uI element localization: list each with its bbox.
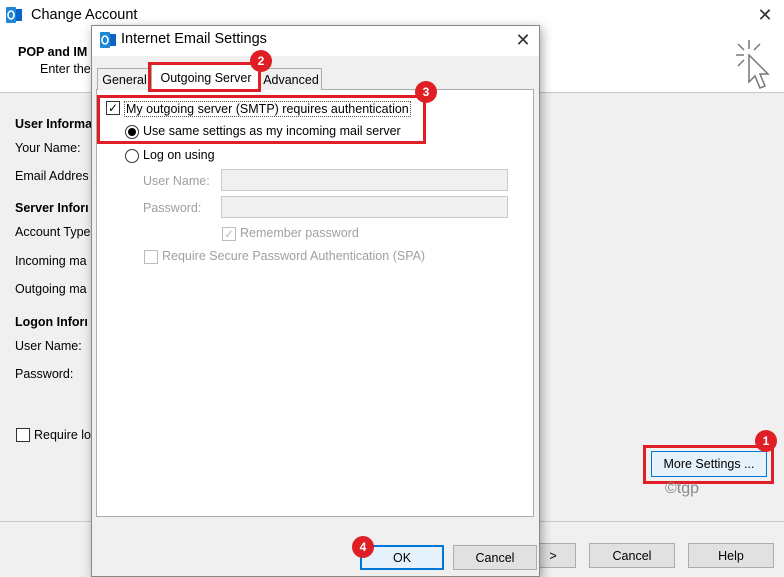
help-button[interactable]: Help	[688, 543, 774, 568]
password-input[interactable]	[221, 196, 508, 218]
bg-user-name-label: User Name:	[15, 339, 82, 353]
header-subtitle: Enter the	[40, 62, 91, 76]
header-title: POP and IM	[18, 45, 88, 59]
logon-information-heading: Logon Inforı	[15, 315, 88, 329]
log-on-using-label[interactable]: Log on using	[143, 148, 215, 162]
step-badge-3: 3	[415, 81, 437, 103]
your-name-label: Your Name:	[15, 141, 81, 155]
server-information-heading: Server Inforı	[15, 201, 89, 215]
close-icon[interactable]: ✕	[508, 28, 538, 52]
require-logon-checkbox[interactable]	[16, 428, 30, 442]
cursor-click-icon	[736, 40, 770, 89]
watermark: ©tgp	[665, 480, 700, 497]
email-address-label: Email Addres	[15, 169, 89, 183]
outlook-icon	[6, 7, 22, 23]
close-icon[interactable]: ✕	[750, 3, 780, 27]
step-badge-1: 1	[755, 430, 777, 452]
checkmark-icon: ✓	[223, 227, 235, 241]
outlook-icon	[100, 32, 116, 48]
step-badge-2: 2	[250, 50, 272, 72]
spa-checkbox[interactable]	[144, 250, 158, 264]
spa-label: Require Secure Password Authentication (…	[162, 249, 426, 263]
incoming-mail-label: Incoming ma	[15, 254, 87, 268]
user-information-heading: User Informa	[15, 117, 93, 131]
tab-general[interactable]: General	[97, 68, 152, 90]
account-type-label: Account Type	[15, 225, 91, 239]
user-name-input[interactable]	[221, 169, 508, 191]
user-name-label: User Name:	[143, 174, 210, 188]
password-label: Password:	[143, 201, 202, 215]
bg-cancel-button[interactable]: Cancel	[589, 543, 675, 568]
highlight-box-outgoing-tab	[148, 62, 261, 92]
remember-password-checkbox[interactable]: ✓	[222, 227, 236, 241]
log-on-using-radio[interactable]	[125, 149, 139, 163]
require-logon-label: Require lo	[34, 428, 91, 442]
step-badge-4: 4	[352, 536, 374, 558]
more-settings-button[interactable]: More Settings ...	[651, 451, 767, 477]
bg-password-label: Password:	[15, 367, 74, 381]
dialog-title: Internet Email Settings	[121, 31, 267, 47]
dialog-cancel-button[interactable]: Cancel	[453, 545, 537, 570]
tab-advanced[interactable]: Advanced	[260, 68, 322, 90]
change-account-title: Change Account	[31, 7, 138, 23]
remember-password-label: Remember password	[240, 226, 359, 240]
highlight-box-smtp-auth	[97, 95, 426, 144]
outgoing-mail-label: Outgoing ma	[15, 282, 87, 296]
